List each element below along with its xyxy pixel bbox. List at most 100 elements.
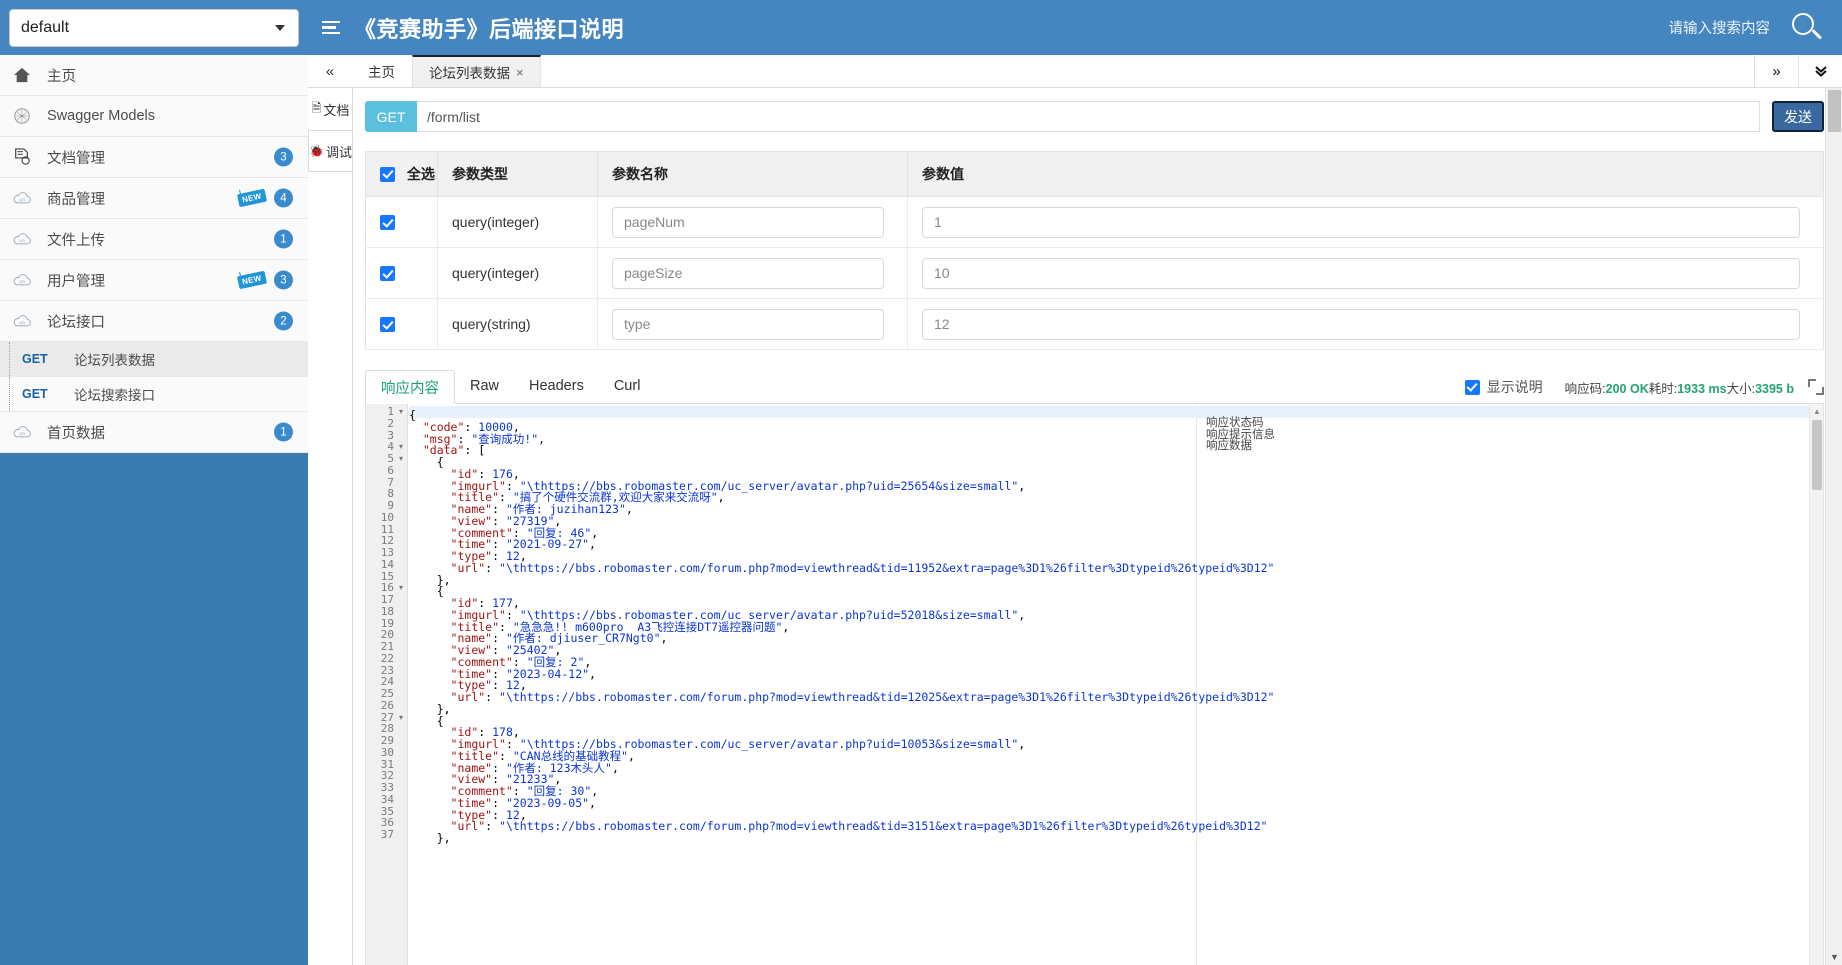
home-icon	[13, 67, 39, 83]
vtab-document[interactable]: 🗎 文档	[308, 88, 353, 130]
chevrons-down-icon[interactable]	[1798, 55, 1842, 87]
code-line: "comment": "回复: 46",	[450, 525, 599, 540]
tab-forum-list[interactable]: 论坛列表数据 ×	[412, 55, 541, 87]
sidebar-item-count-badge: 3	[274, 147, 293, 167]
param-name-input[interactable]	[612, 308, 884, 340]
param-name-input[interactable]	[612, 257, 884, 289]
tab-home-label: 主页	[368, 65, 395, 80]
code-line: "type": 12,	[450, 678, 527, 693]
response-meta: 显示说明 响应码:200 OK耗时:1933 ms大小:3395 b	[1464, 377, 1824, 403]
environment-select-value: default	[21, 18, 70, 36]
param-value-input[interactable]	[922, 206, 1800, 238]
show-description-toggle[interactable]: 显示说明	[1464, 377, 1543, 397]
response-status-summary: 响应码:200 OK耗时:1933 ms大小:3395 b	[1565, 378, 1794, 397]
show-description-label: 显示说明	[1486, 379, 1543, 395]
doc-settings-icon	[13, 148, 39, 166]
collapse-sidebar-button[interactable]: «	[308, 55, 352, 87]
code-line: "time": "2023-09-05",	[450, 795, 596, 810]
row-checkbox[interactable]	[380, 215, 395, 231]
page-scrollbar-thumb[interactable]	[1828, 90, 1841, 132]
tab-bar-actions: »	[1754, 55, 1842, 87]
header-search: 请输入搜索内容	[1669, 11, 1842, 45]
hamburger-icon[interactable]	[322, 20, 344, 35]
sidebar-item-6[interactable]: API 论坛接口 2	[0, 301, 308, 342]
row-checkbox[interactable]	[380, 266, 395, 282]
close-icon[interactable]: ×	[516, 65, 524, 80]
sidebar-subitem-1[interactable]: GET 论坛搜索接口	[0, 377, 308, 412]
sidebar-item-label: 用户管理	[47, 273, 105, 290]
code-line: "comment": "回复: 2",	[450, 654, 592, 669]
request-url-input[interactable]: /form/list	[417, 101, 1760, 132]
page-title: 《竞赛助手》后端接口说明	[354, 16, 625, 42]
code-scrollbar-thumb[interactable]	[1812, 420, 1822, 490]
code-line: "imgurl": "\thttps://bbs.robomaster.com/…	[450, 607, 1026, 622]
page-scrollbar[interactable]: ▼	[1825, 88, 1842, 965]
sidebar-item-3[interactable]: API 商品管理 NEW 4	[0, 178, 308, 219]
show-description-checkbox[interactable]	[1464, 379, 1480, 395]
tab-headers[interactable]: Headers	[514, 369, 599, 403]
line-number: 6	[387, 463, 394, 477]
code-line: "imgurl": "\thttps://bbs.robomaster.com/…	[450, 737, 1026, 751]
code-scrollbar[interactable]: ▲ ▼	[1809, 404, 1823, 965]
tab-raw[interactable]: Raw	[455, 369, 514, 403]
bug-icon: 🐞	[309, 144, 324, 158]
line-number: 14	[380, 557, 394, 571]
sidebar-item-count-badge: 3	[274, 270, 293, 290]
sidebar-item-5[interactable]: API 用户管理 NEW 3	[0, 260, 308, 301]
param-value-input[interactable]	[922, 257, 1800, 289]
row-checkbox[interactable]	[380, 317, 395, 333]
param-name-input[interactable]	[612, 206, 884, 238]
tab-response-content[interactable]: 响应内容	[365, 370, 455, 404]
line-number: 10	[380, 510, 394, 524]
tab-home[interactable]: 主页	[352, 55, 412, 87]
line-number: 17	[380, 593, 394, 606]
sidebar-item-label: 首页数据	[47, 425, 105, 442]
code-line: "data": [	[422, 443, 486, 458]
sidebar-item-tail-0[interactable]: API 首页数据 1	[0, 412, 308, 453]
response-size-value: 3395 b	[1755, 381, 1794, 396]
line-number: 21	[380, 640, 394, 653]
code-line: },	[409, 572, 451, 587]
th-param-type: 参数类型	[437, 151, 598, 197]
parameter-table: 全选 参数类型 参数名称 参数值 query(integer)query(int…	[365, 151, 1824, 350]
code-line: "view": "25402",	[450, 643, 562, 657]
expand-icon[interactable]	[1808, 379, 1824, 395]
chevron-down-icon	[275, 24, 285, 31]
scroll-up-icon[interactable]: ▲	[1810, 404, 1823, 418]
sidebar-item-4[interactable]: API 文件上传 1	[0, 219, 308, 260]
sidebar-subitem-0[interactable]: GET 论坛列表数据	[0, 342, 308, 377]
code-line: "name": "作者: 123木头人",	[450, 760, 619, 775]
th-select-all: 全选	[365, 151, 438, 197]
select-all-checkbox[interactable]	[380, 166, 395, 182]
svg-text:API: API	[19, 238, 26, 243]
search-input[interactable]: 请输入搜索内容	[1669, 17, 1771, 38]
response-tabs: 响应内容 Raw Headers Curl 显示说明 响应码:200 OK耗时:…	[365, 369, 1824, 404]
row-param-value-cell	[907, 298, 1824, 350]
sidebar-item-0[interactable]: 主页	[0, 55, 308, 96]
api-cloud-icon: API	[13, 314, 39, 328]
line-number: 34	[380, 792, 394, 806]
sidebar-item-2[interactable]: 文档管理 3	[0, 137, 308, 178]
sidebar-header: default	[0, 0, 308, 55]
vtab-debug[interactable]: 🐞 调试	[308, 130, 353, 172]
code-line: "url": "\thttps://bbs.robomaster.com/for…	[450, 690, 1275, 704]
code-line: "title": "急急急!! m600pro A3飞控连接DT7遥控器问题",	[450, 619, 790, 634]
environment-select[interactable]: default	[9, 8, 299, 47]
row-param-name-cell	[597, 196, 908, 248]
sidebar-item-1[interactable]: Swagger Models	[0, 96, 308, 137]
app-header: 《竞赛助手》后端接口说明 请输入搜索内容	[308, 0, 1842, 55]
page-scroll-down-icon[interactable]: ▼	[1826, 948, 1842, 965]
code-line: "title": "CAN总线的基础教程",	[450, 748, 635, 763]
api-cloud-icon: API	[13, 191, 39, 205]
tab-bar: « 主页 论坛列表数据 × »	[308, 55, 1842, 88]
response-size-label: 大小:	[1726, 381, 1756, 396]
tab-curl[interactable]: Curl	[599, 369, 656, 403]
line-number: 30	[380, 745, 394, 759]
sidebar: default 主页 Swagger Models 文档管理 3 API 商品管理 NEW 4…	[0, 0, 308, 965]
search-icon[interactable]	[1790, 11, 1824, 45]
response-code-viewer[interactable]: 1 ▾{2 "code": 10000, 3 "msg": "查询成功!", 4 ▾ "…	[365, 404, 1824, 965]
param-value-input[interactable]	[922, 308, 1800, 340]
sidebar-nav: 主页 Swagger Models 文档管理 3 API 商品管理 NEW 4 API 文件上传 1…	[0, 55, 308, 453]
send-button[interactable]: 发送	[1772, 101, 1824, 132]
chevrons-right-icon[interactable]: »	[1754, 55, 1798, 87]
